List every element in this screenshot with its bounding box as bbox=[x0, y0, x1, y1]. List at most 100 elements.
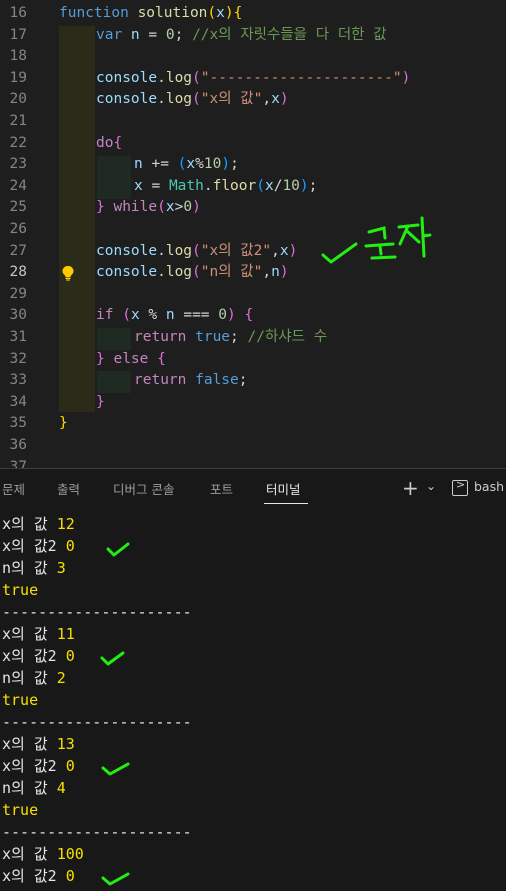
tab-terminal[interactable]: 터미널 bbox=[266, 479, 301, 498]
terminal-icon[interactable]: > bbox=[452, 478, 468, 496]
code-token: ( bbox=[192, 91, 201, 108]
terminal-value: 2 bbox=[56, 669, 66, 687]
code-token: log bbox=[165, 91, 193, 108]
code-token: = bbox=[142, 177, 169, 194]
code-token: . bbox=[157, 69, 166, 86]
code-line[interactable]: 32} else { bbox=[0, 349, 506, 371]
code-token: function bbox=[59, 5, 138, 21]
code-text[interactable]: console.log("x의 값2",x) bbox=[96, 241, 297, 263]
code-line[interactable]: 27 console.log("x의 값2",x) bbox=[0, 241, 506, 263]
code-token: ) bbox=[227, 307, 236, 324]
code-line[interactable]: 17 var n = 0; //x의 자릿수들을 다 더한 값 bbox=[0, 25, 506, 47]
code-token: true bbox=[195, 329, 231, 345]
code-text[interactable]: console.log("---------------------") bbox=[96, 68, 410, 90]
code-text[interactable]: console.log("x의 값",x) bbox=[96, 89, 289, 111]
code-token: return bbox=[134, 372, 196, 389]
code-token: ) bbox=[224, 5, 234, 21]
code-token: //x의 자릿수들을 다 더한 값 bbox=[192, 26, 387, 43]
code-text[interactable]: if (x % n === 0) { bbox=[96, 305, 253, 327]
code-token: floor bbox=[212, 177, 257, 194]
code-token: , bbox=[262, 91, 272, 108]
code-line[interactable]: 34} bbox=[0, 392, 506, 414]
tab-output[interactable]: 출력 bbox=[57, 479, 80, 498]
code-text[interactable]: var n = 0; //x의 자릿수들을 다 더한 값 bbox=[96, 25, 387, 47]
code-text[interactable]: x = Math.floor(x/10); bbox=[134, 176, 317, 198]
code-token: = bbox=[139, 26, 166, 43]
terminal-line: true bbox=[2, 689, 38, 711]
code-text[interactable]: function solution(x){ bbox=[59, 3, 242, 25]
code-line[interactable]: 36 bbox=[0, 435, 506, 457]
code-token: } bbox=[96, 199, 114, 216]
code-line[interactable]: 21 bbox=[0, 111, 506, 133]
code-token: console bbox=[96, 242, 158, 259]
terminal-line: n의 값 4 bbox=[2, 777, 66, 799]
code-token: x bbox=[216, 5, 225, 21]
terminal-label: x의 값2 bbox=[2, 537, 66, 555]
code-token: 10 bbox=[203, 156, 222, 173]
code-editor[interactable]: 16 function solution(x){17 var n = 0; //x의… bbox=[0, 0, 506, 468]
code-text[interactable]: } else { bbox=[96, 349, 166, 371]
terminal-line: --------------------- bbox=[2, 711, 192, 733]
code-token: n bbox=[165, 307, 175, 324]
shell-name[interactable]: bash bbox=[474, 479, 504, 494]
line-number: 22 bbox=[9, 134, 27, 151]
line-number: 36 bbox=[9, 437, 27, 453]
code-line[interactable]: 29 bbox=[0, 284, 506, 306]
code-line[interactable]: 18 bbox=[0, 46, 506, 68]
terminal-line: --------------------- bbox=[2, 821, 192, 843]
code-token: solution bbox=[137, 5, 208, 21]
line-number: 29 bbox=[9, 285, 27, 302]
code-text[interactable]: return false; bbox=[134, 370, 248, 392]
terminal-value: true bbox=[2, 801, 39, 819]
code-token: ; bbox=[230, 156, 239, 173]
code-token: % bbox=[195, 156, 204, 173]
code-line[interactable]: 31 return true; //하샤드 수 bbox=[0, 327, 506, 349]
tab-problems[interactable]: 문제 bbox=[2, 479, 25, 498]
code-line[interactable]: 24 x = Math.floor(x/10); bbox=[0, 176, 506, 198]
panel-tabs: 문제 출력 디버그 콘솔 포트 터미널 + ⌄ > bash bbox=[0, 469, 506, 507]
line-number: 23 bbox=[9, 156, 27, 173]
code-line[interactable]: 20 console.log("x의 값",x) bbox=[0, 89, 506, 111]
code-text[interactable]: console.log("n의 값",n) bbox=[96, 262, 289, 284]
tab-ports[interactable]: 포트 bbox=[210, 479, 233, 498]
code-line[interactable]: 19 console.log("---------------------") bbox=[0, 68, 506, 90]
terminal-line: x의 값2 0 bbox=[2, 755, 75, 777]
code-line[interactable]: 33 return false; bbox=[0, 370, 506, 392]
line-number: 24 bbox=[9, 177, 27, 194]
code-token: do bbox=[96, 134, 114, 151]
code-line[interactable]: 35} bbox=[0, 413, 506, 435]
tab-debug-console[interactable]: 디버그 콘솔 bbox=[113, 479, 174, 498]
code-line[interactable]: 16 function solution(x){ bbox=[0, 3, 506, 25]
code-line[interactable]: 23 n += (x%10); bbox=[0, 154, 506, 176]
code-text[interactable]: } while(x>0) bbox=[96, 197, 201, 219]
code-line[interactable]: 26 bbox=[0, 219, 506, 241]
code-text[interactable]: n += (x%10); bbox=[134, 154, 239, 176]
code-text[interactable]: } bbox=[96, 392, 105, 414]
code-line[interactable]: 25} while(x>0) bbox=[0, 197, 506, 219]
code-text[interactable]: return true; //하샤드 수 bbox=[134, 327, 327, 349]
code-line[interactable]: 37 bbox=[0, 457, 506, 468]
code-text[interactable]: } bbox=[59, 413, 68, 435]
code-line[interactable]: 22 do{ bbox=[0, 133, 506, 155]
terminal-line: --------------------- bbox=[2, 601, 192, 623]
add-terminal-button[interactable]: + bbox=[402, 476, 419, 500]
terminal-line: n의 값 2 bbox=[2, 667, 66, 689]
code-token: log bbox=[165, 242, 193, 259]
terminal-line: true bbox=[2, 799, 38, 821]
code-text[interactable]: do{ bbox=[96, 133, 122, 155]
code-line[interactable]: 28 console.log("n의 값",n) bbox=[0, 262, 506, 284]
code-token: 0 bbox=[218, 307, 227, 324]
code-token: x bbox=[186, 156, 196, 173]
lightbulb-icon[interactable] bbox=[61, 265, 75, 281]
code-line[interactable]: 30 if (x % n === 0) { bbox=[0, 305, 506, 327]
line-number: 27 bbox=[9, 242, 27, 259]
code-token: if bbox=[96, 307, 123, 324]
line-number: 18 bbox=[9, 48, 27, 65]
terminal-value: true bbox=[2, 581, 39, 599]
chevron-down-icon[interactable]: ⌄ bbox=[426, 479, 436, 493]
code-token: ) bbox=[279, 264, 289, 281]
code-token: ; bbox=[174, 26, 193, 43]
code-token: 0 bbox=[183, 199, 193, 216]
code-token: ; bbox=[308, 177, 318, 194]
terminal-label: --------------------- bbox=[2, 713, 192, 731]
